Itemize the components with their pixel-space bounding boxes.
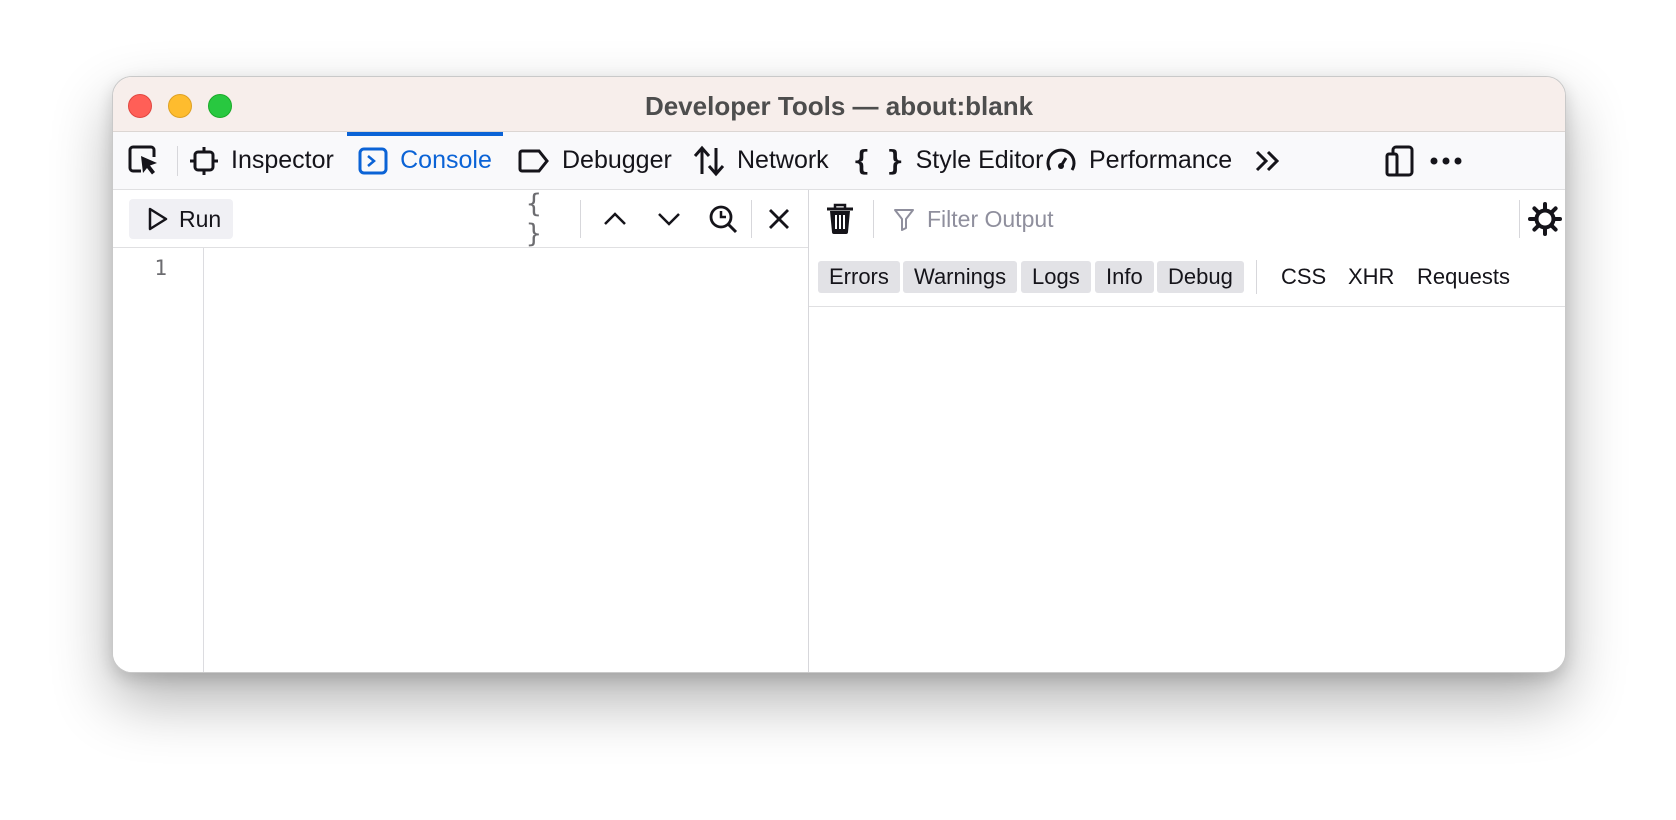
filter-info-button[interactable]: Info	[1095, 261, 1154, 293]
more-tools-button[interactable]	[1253, 132, 1283, 189]
tab-inspector-label: Inspector	[231, 146, 334, 174]
filter-errors-button[interactable]: Errors	[818, 261, 900, 293]
tab-debugger-label: Debugger	[562, 146, 672, 174]
devtools-window: Developer Tools — about:blank Inspector …	[112, 76, 1566, 673]
title-bar: Developer Tools — about:blank	[113, 77, 1565, 132]
more-horizontal-icon	[1429, 156, 1463, 166]
tab-style-editor[interactable]: { } Style Editor	[853, 132, 1043, 189]
run-button-label: Run	[179, 205, 222, 232]
braces-icon: { }	[526, 189, 542, 249]
close-icon	[767, 207, 791, 231]
play-icon	[147, 206, 169, 232]
console-output-area	[809, 307, 1565, 672]
gear-icon	[1528, 202, 1562, 236]
filter-debug-button[interactable]: Debug	[1157, 261, 1244, 293]
filter-output-input[interactable]	[893, 200, 1453, 238]
console-icon	[358, 146, 388, 176]
braces-icon: { }	[853, 144, 904, 177]
filter-separator	[1256, 260, 1257, 294]
tab-performance-label: Performance	[1089, 146, 1233, 174]
tools-toolbar: Inspector Console Debugger Network {} S…	[113, 132, 1565, 190]
reverse-search-button[interactable]	[701, 198, 745, 240]
line-number: 1	[154, 256, 167, 280]
element-picker-icon	[127, 144, 161, 178]
history-previous-button[interactable]	[593, 198, 637, 240]
inspector-icon	[189, 146, 219, 176]
line-number-gutter: 1	[113, 248, 204, 672]
pretty-print-button[interactable]: { }	[526, 189, 570, 249]
editor-toolbar-separator	[580, 200, 581, 238]
element-picker-button[interactable]	[127, 132, 161, 189]
tab-network-label: Network	[737, 146, 829, 174]
tab-console[interactable]: Console	[347, 132, 503, 189]
trash-icon	[826, 203, 854, 235]
multiline-editor[interactable]: 1	[113, 248, 808, 672]
tab-inspector[interactable]: Inspector	[189, 132, 334, 189]
filter-requests-button[interactable]: Requests	[1406, 261, 1521, 293]
filter-logs-button[interactable]: Logs	[1021, 261, 1091, 293]
split-device-icon	[1385, 145, 1415, 177]
tab-console-label: Console	[400, 146, 492, 174]
editor-toolbar-separator	[751, 200, 752, 238]
toggle-device-toolbar-button[interactable]	[1385, 132, 1415, 189]
log-level-filter-bar: Errors Warnings Logs Info Debug CSS XHR …	[809, 248, 1565, 307]
editor-toolbar: Run { }	[113, 189, 808, 249]
history-next-button[interactable]	[647, 198, 691, 240]
filter-xhr-button[interactable]: XHR	[1337, 261, 1405, 293]
gauge-icon	[1045, 146, 1077, 176]
console-settings-button[interactable]	[1525, 198, 1565, 240]
output-toolbar-separator	[873, 200, 874, 238]
chevron-double-right-icon	[1253, 146, 1283, 176]
filter-css-button[interactable]: CSS	[1270, 261, 1337, 293]
debugger-icon	[518, 146, 550, 176]
clear-console-button[interactable]	[823, 198, 857, 240]
toolbar-separator	[177, 146, 178, 176]
chevron-up-icon	[603, 211, 627, 227]
chevron-down-icon	[657, 211, 681, 227]
output-toolbar	[809, 190, 1565, 248]
tab-network[interactable]: Network	[693, 132, 829, 189]
tab-style-editor-label: Style Editor	[915, 146, 1044, 174]
filter-warnings-button[interactable]: Warnings	[903, 261, 1018, 293]
tab-performance[interactable]: Performance	[1045, 132, 1232, 189]
output-toolbar-separator	[1519, 200, 1520, 238]
tab-debugger[interactable]: Debugger	[518, 132, 672, 189]
window-title: Developer Tools — about:blank	[644, 91, 1034, 121]
network-arrows-icon	[693, 145, 725, 177]
options-menu-button[interactable]	[1429, 132, 1463, 189]
run-button[interactable]: Run	[129, 199, 233, 239]
history-clock-icon	[708, 204, 738, 234]
close-editor-button[interactable]	[757, 198, 801, 240]
